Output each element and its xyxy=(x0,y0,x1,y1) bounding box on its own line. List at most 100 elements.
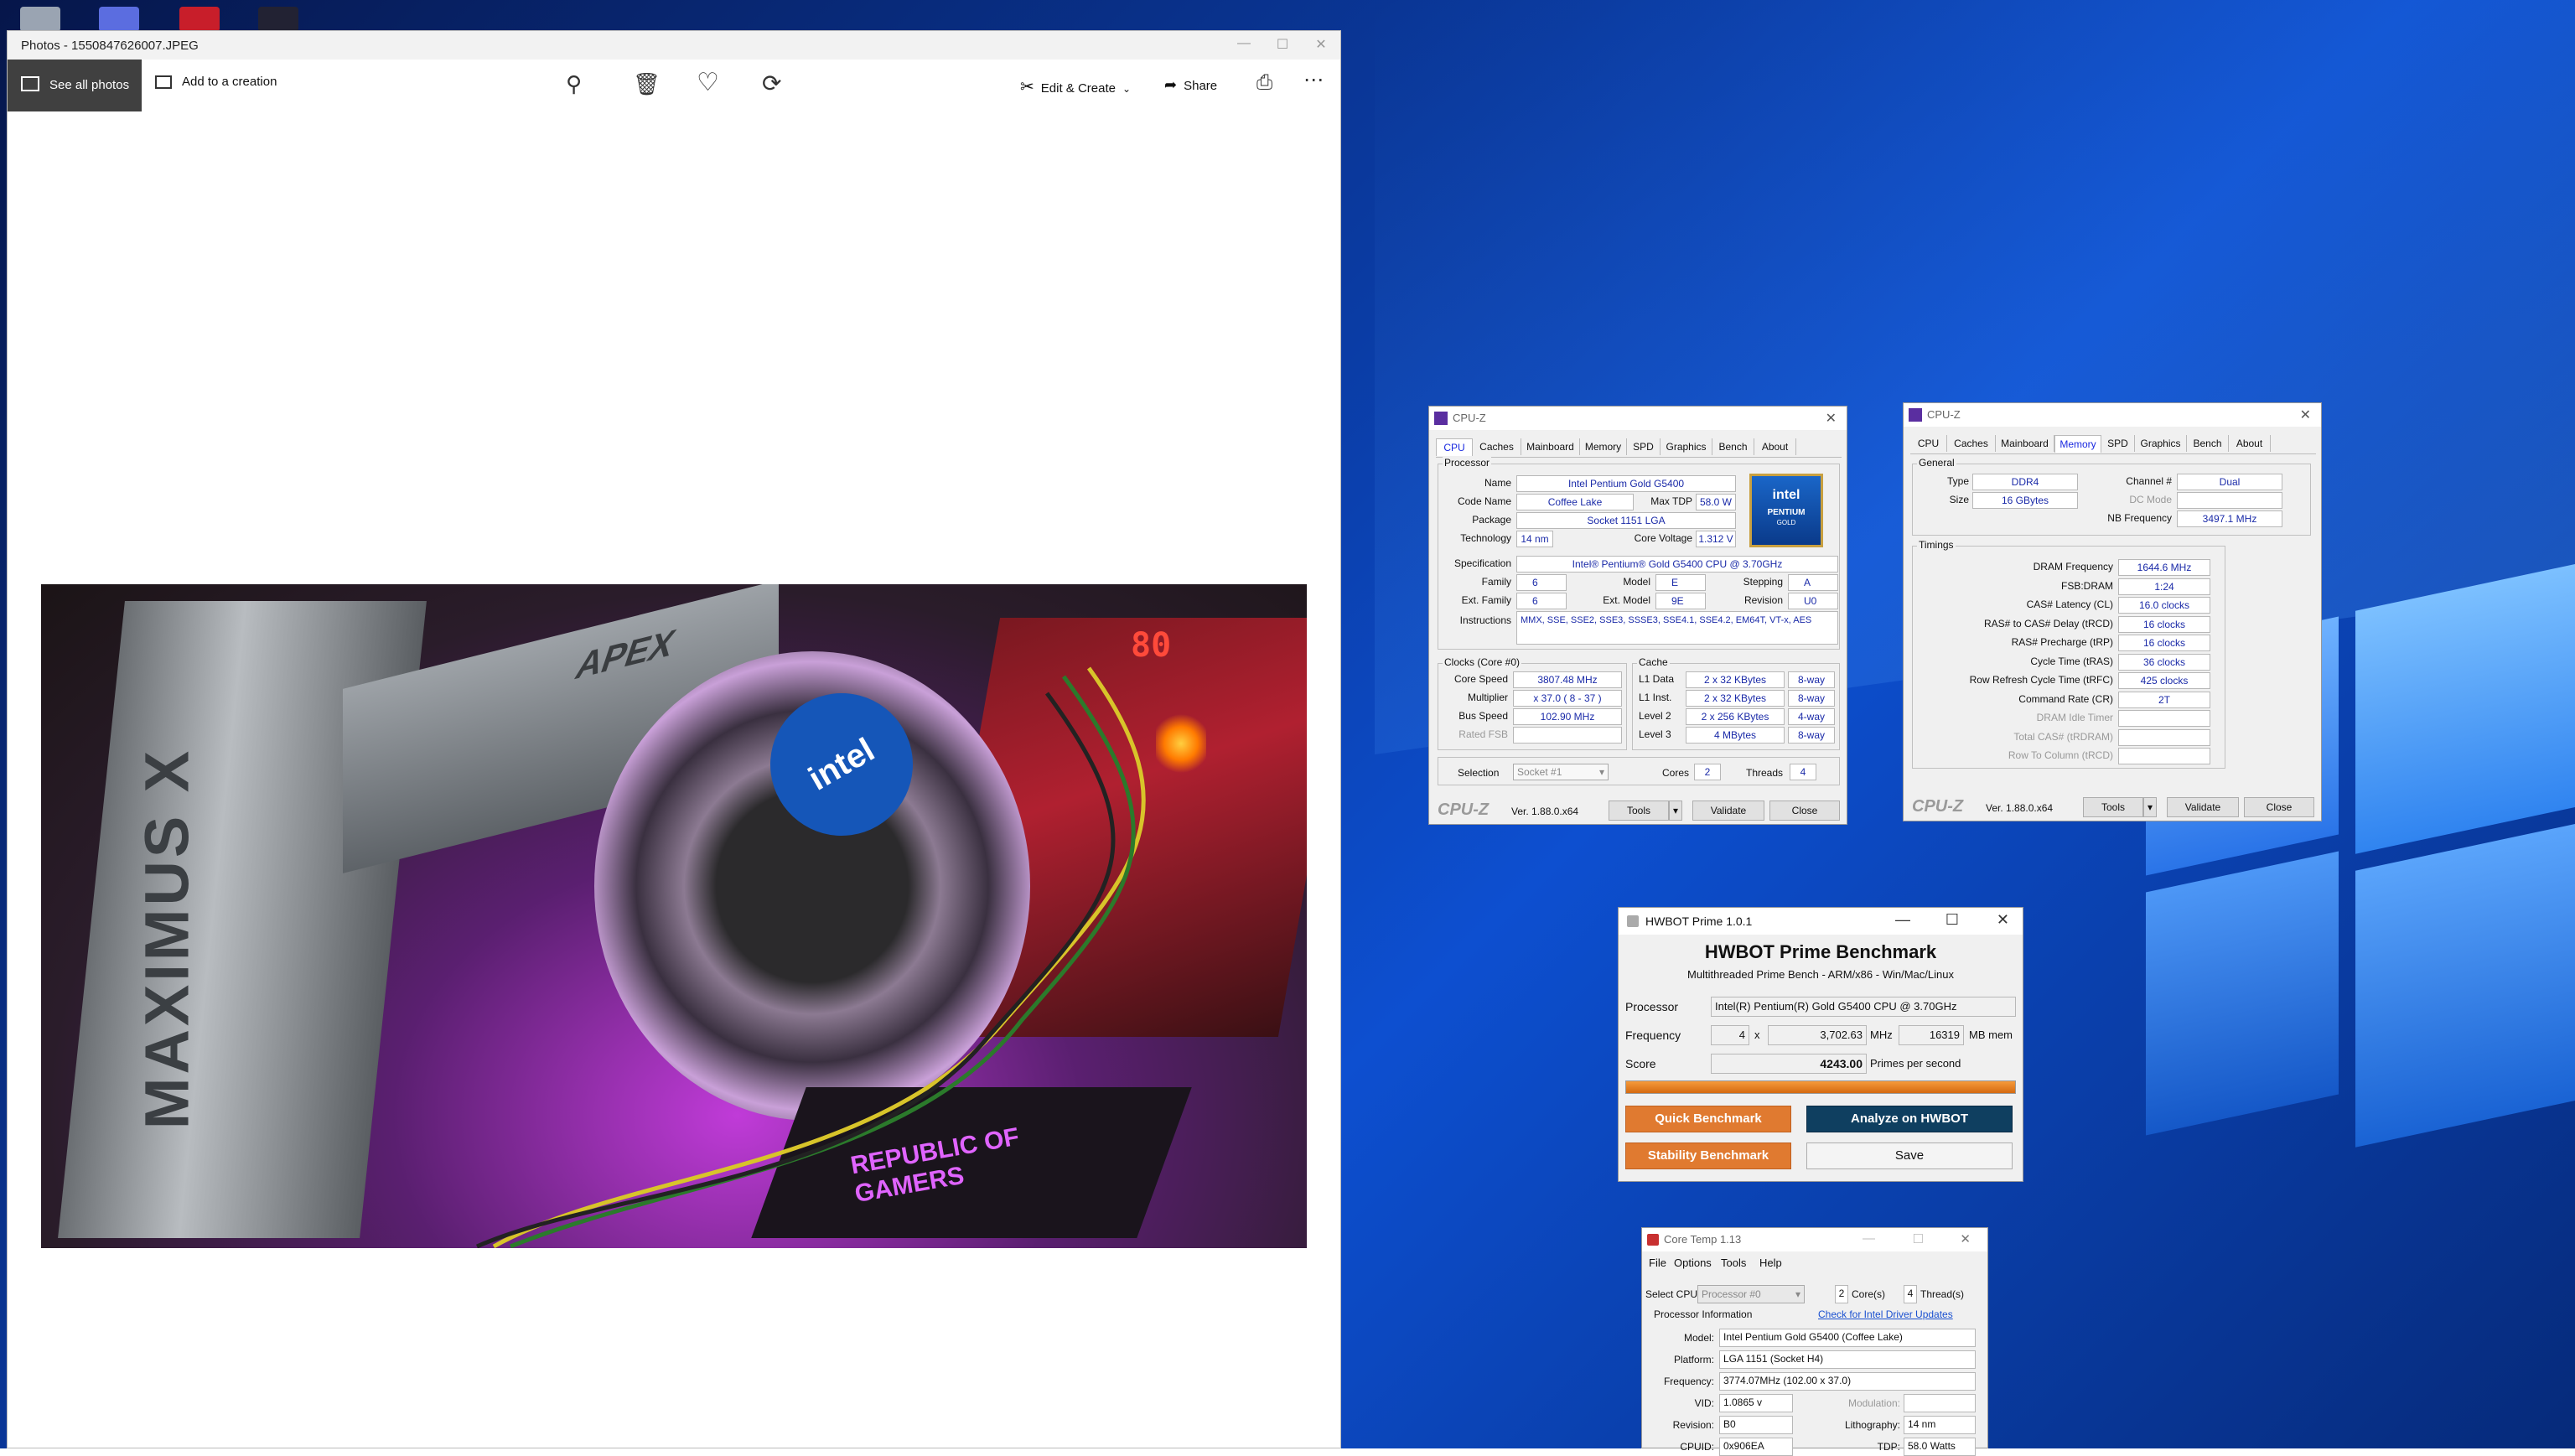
share-label: Share xyxy=(1184,79,1218,93)
ratedfsb-value xyxy=(1513,727,1622,744)
tab-mainboard[interactable]: Mainboard xyxy=(1996,435,2054,452)
tab-about[interactable]: About xyxy=(2229,435,2271,452)
maximize-button[interactable]: ☐ xyxy=(1913,1231,1924,1246)
model-value: E xyxy=(1655,574,1706,591)
desktop-icon-app-red[interactable] xyxy=(179,7,220,32)
cpuz-cpu-window: CPU-Z ✕ CPU Caches Mainboard Memory SPD Graph… xyxy=(1428,406,1847,825)
favorite-icon[interactable]: ♡ xyxy=(697,68,719,97)
maximize-button[interactable]: ☐ xyxy=(1945,911,1959,929)
tab-caches[interactable]: Caches xyxy=(1473,438,1521,455)
edit-create-label: Edit & Create xyxy=(1040,81,1116,96)
desktop-icon-app[interactable] xyxy=(99,7,139,32)
vid-value: 1.0865 v xyxy=(1719,1394,1793,1412)
close-button[interactable]: ✕ xyxy=(1302,36,1340,53)
desktop-icon-recycle-bin[interactable] xyxy=(20,7,60,32)
tab-bench[interactable]: Bench xyxy=(2187,435,2229,452)
size-label: Size xyxy=(1949,494,1969,505)
socket-select[interactable]: Socket #1 ▾ xyxy=(1513,764,1609,780)
tab-cpu[interactable]: CPU xyxy=(1436,438,1473,456)
timing-label: RAS# Precharge (tRP) xyxy=(2011,636,2113,648)
stability-benchmark-button[interactable]: Stability Benchmark xyxy=(1625,1143,1791,1169)
minimize-button[interactable]: — xyxy=(1895,911,1910,929)
hwbot-app-icon xyxy=(1627,915,1639,927)
more-icon[interactable]: ⋯ xyxy=(1303,68,1324,92)
model-label: Model: xyxy=(1683,1332,1714,1344)
zoom-icon[interactable]: ⚲ xyxy=(566,71,582,97)
spec-label: Specification xyxy=(1453,557,1511,569)
print-icon[interactable]: ⎙ xyxy=(1256,71,1272,95)
validate-button[interactable]: Validate xyxy=(1692,801,1764,821)
tab-spd[interactable]: SPD xyxy=(1627,438,1661,455)
tab-cpu[interactable]: CPU xyxy=(1910,435,1947,452)
frequency-field: 3,702.63 xyxy=(1768,1025,1867,1045)
chevron-down-icon: ▾ xyxy=(1672,805,1679,816)
modulation-label: Modulation: xyxy=(1847,1397,1900,1409)
quick-benchmark-button[interactable]: Quick Benchmark xyxy=(1625,1106,1791,1132)
cores-label: Cores xyxy=(1662,767,1690,779)
cpuz-titlebar: CPU-Z ✕ xyxy=(1904,403,2321,427)
rotate-icon[interactable]: ⟳ xyxy=(762,70,781,97)
analyze-on-hwbot-button[interactable]: Analyze on HWBOT xyxy=(1806,1106,2013,1132)
see-all-photos-button[interactable]: See all photos xyxy=(8,60,142,111)
name-label: Name xyxy=(1484,477,1511,489)
close-button[interactable]: ✕ xyxy=(1960,1231,1971,1246)
tab-graphics[interactable]: Graphics xyxy=(1661,438,1712,455)
channel-label: Channel # xyxy=(2126,475,2172,487)
close-button[interactable]: Close xyxy=(1769,801,1840,821)
size-value: 16 GBytes xyxy=(1972,492,2078,509)
cpu-select[interactable]: Processor #0 ▾ xyxy=(1697,1285,1805,1303)
threads-value: 4 xyxy=(1904,1285,1917,1303)
tab-about[interactable]: About xyxy=(1754,438,1796,455)
package-label: Package xyxy=(1472,514,1511,526)
save-button[interactable]: Save xyxy=(1806,1143,2013,1169)
menu-options[interactable]: Options xyxy=(1674,1257,1712,1269)
coretemp-app-icon xyxy=(1647,1234,1659,1246)
minimize-button[interactable]: — xyxy=(1225,36,1263,51)
cpu-cables xyxy=(475,666,1146,1248)
close-button[interactable]: Close xyxy=(2244,797,2314,817)
edit-icon: ✂ xyxy=(1020,78,1034,96)
driver-update-link[interactable]: Check for Intel Driver Updates xyxy=(1818,1308,1953,1320)
close-icon[interactable]: ✕ xyxy=(1826,410,1837,427)
delete-icon[interactable]: 🗑 xyxy=(633,71,661,97)
timing-value: 16 clocks xyxy=(2118,635,2210,651)
minimize-button[interactable]: — xyxy=(1863,1231,1875,1246)
multiplier-label: Multiplier xyxy=(1467,692,1508,703)
timing-value: 16 clocks xyxy=(2118,615,2210,633)
menu-file[interactable]: File xyxy=(1649,1257,1666,1269)
type-label: Type xyxy=(1946,475,1969,487)
share-button[interactable]: ➦ Share xyxy=(1164,76,1217,94)
corespeed-value: 3807.48 MHz xyxy=(1513,671,1622,688)
cpu-select-value: Processor #0 xyxy=(1702,1288,1761,1300)
tdp-label: TDP: xyxy=(1877,1441,1900,1453)
l3-label: Level 3 xyxy=(1639,728,1671,740)
cores-label: Core(s) xyxy=(1852,1288,1886,1300)
l1i-label: L1 Inst. xyxy=(1639,692,1672,703)
tools-dropdown-button[interactable]: ▾ xyxy=(2143,797,2157,817)
tools-button[interactable]: Tools xyxy=(2083,797,2143,817)
tab-mainboard[interactable]: Mainboard xyxy=(1521,438,1580,455)
add-to-creation-button[interactable]: Add to a creation xyxy=(155,75,277,96)
menu-help[interactable]: Help xyxy=(1759,1257,1782,1269)
edit-create-button[interactable]: ✂ Edit & Create ⌄ xyxy=(1020,76,1131,97)
photo-image: MAXIMUS X APEX intel 80 REPUBLIC OF GAME… xyxy=(41,584,1307,1248)
tab-memory[interactable]: Memory xyxy=(2054,435,2101,453)
desktop-icon-app-dark[interactable] xyxy=(258,7,298,32)
tab-memory[interactable]: Memory xyxy=(1580,438,1627,455)
tab-spd[interactable]: SPD xyxy=(2101,435,2135,452)
tab-bench[interactable]: Bench xyxy=(1712,438,1754,455)
validate-button[interactable]: Validate xyxy=(2167,797,2239,817)
menu-tools[interactable]: Tools xyxy=(1721,1257,1746,1269)
tools-button[interactable]: Tools xyxy=(1609,801,1669,821)
chevron-down-icon: ▾ xyxy=(2147,801,2153,813)
maxtdp-label: Max TDP xyxy=(1650,495,1692,507)
close-button[interactable]: ✕ xyxy=(1997,911,2009,929)
tab-caches[interactable]: Caches xyxy=(1947,435,1996,452)
close-icon[interactable]: ✕ xyxy=(2300,407,2311,423)
tab-graphics[interactable]: Graphics xyxy=(2135,435,2187,452)
see-all-label: See all photos xyxy=(49,78,130,92)
cache-group-label: Cache xyxy=(1637,656,1670,668)
tools-dropdown-button[interactable]: ▾ xyxy=(1669,801,1682,821)
maximize-button[interactable]: ☐ xyxy=(1263,36,1302,53)
revision-label: Revision xyxy=(1743,594,1783,606)
